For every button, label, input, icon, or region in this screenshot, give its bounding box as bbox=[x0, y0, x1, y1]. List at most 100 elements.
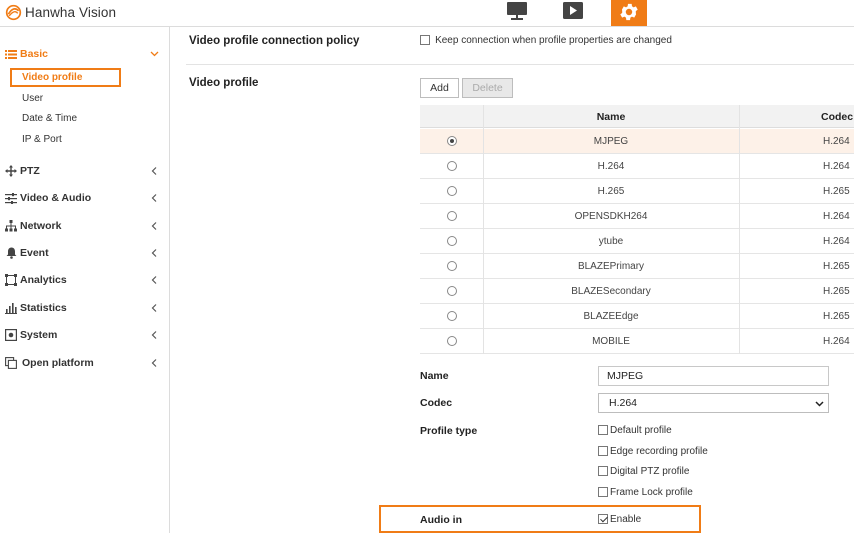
video-profile-title: Video profile bbox=[189, 77, 259, 89]
sidebar-section-network[interactable]: Network bbox=[0, 216, 170, 236]
sidebar-section-basic[interactable]: Basic bbox=[0, 44, 170, 64]
chevron-down-icon bbox=[815, 401, 824, 407]
sidebar-section-label: Network bbox=[20, 220, 62, 232]
row-name: MOBILE bbox=[592, 336, 630, 347]
keep-connection-checkbox[interactable] bbox=[420, 35, 430, 46]
sidebar-section-system[interactable]: System bbox=[0, 325, 170, 345]
audio-in-label: Audio in bbox=[420, 514, 462, 526]
settings-button[interactable] bbox=[611, 0, 647, 26]
audio-in-enable-label: Enable bbox=[610, 513, 642, 525]
sidebar-section-label: Statistics bbox=[20, 302, 67, 314]
delete-button[interactable]: Delete bbox=[462, 78, 513, 98]
column-header-name: Name bbox=[596, 111, 626, 123]
sidebar-item-video-profile[interactable]: Video profile bbox=[22, 72, 82, 83]
row-radio[interactable] bbox=[447, 311, 457, 321]
row-radio[interactable] bbox=[447, 286, 457, 296]
sidebar-section-open-platform[interactable]: Open platform bbox=[0, 353, 170, 373]
sidebar-item-date-time[interactable]: Date & Time bbox=[22, 113, 77, 124]
sidebar-section-statistics[interactable]: Statistics bbox=[0, 298, 170, 318]
bell-icon bbox=[5, 247, 17, 259]
name-label: Name bbox=[420, 370, 449, 382]
sidebar-section-label: Event bbox=[20, 247, 49, 259]
sidebar-section-label: Basic bbox=[20, 48, 49, 60]
row-radio[interactable] bbox=[447, 261, 457, 271]
row-radio[interactable] bbox=[447, 186, 457, 196]
audio-in-enable-checkbox[interactable] bbox=[598, 514, 608, 524]
table-row[interactable]: MOBILE H.264 bbox=[420, 329, 854, 354]
chevron-left-icon bbox=[151, 359, 157, 367]
row-codec: H.265 bbox=[823, 286, 850, 297]
row-codec: H.265 bbox=[823, 186, 850, 197]
monitor-button[interactable] bbox=[504, 0, 530, 22]
chevron-left-icon bbox=[151, 249, 157, 257]
monitor-icon bbox=[507, 2, 527, 20]
row-codec: H.264 bbox=[823, 161, 850, 172]
table-header: Name Codec bbox=[420, 105, 854, 128]
analytics-icon bbox=[5, 274, 17, 286]
table-row[interactable]: BLAZEPrimary H.265 bbox=[420, 254, 854, 279]
profile-table: Name Codec MJPEG H.264 H.264 H.264 H.265… bbox=[420, 105, 854, 359]
row-radio[interactable] bbox=[447, 136, 457, 146]
frame-lock-label: Frame Lock profile bbox=[610, 486, 693, 498]
list-icon bbox=[5, 48, 17, 60]
frame-lock-option[interactable]: Frame Lock profile bbox=[598, 485, 693, 499]
table-row[interactable]: H.265 H.265 bbox=[420, 179, 854, 204]
sidebar-item-user[interactable]: User bbox=[22, 93, 43, 104]
row-name: H.265 bbox=[597, 186, 625, 197]
edge-recording-checkbox[interactable] bbox=[598, 446, 608, 456]
add-button[interactable]: Add bbox=[420, 78, 459, 98]
digital-ptz-option[interactable]: Digital PTZ profile bbox=[598, 464, 689, 478]
brand-logo: Hanwha Vision bbox=[5, 3, 116, 21]
row-codec: H.265 bbox=[823, 261, 850, 272]
chevron-left-icon bbox=[151, 304, 157, 312]
sidebar-section-label: Video & Audio bbox=[20, 192, 92, 204]
sidebar-section-event[interactable]: Event bbox=[0, 243, 170, 263]
chevron-left-icon bbox=[151, 276, 157, 284]
frame-lock-checkbox[interactable] bbox=[598, 487, 608, 497]
column-divider bbox=[739, 105, 740, 354]
brand-name: Hanwha Vision bbox=[25, 4, 117, 20]
gear-icon bbox=[620, 3, 638, 21]
keep-connection-option[interactable]: Keep connection when profile properties … bbox=[420, 34, 672, 46]
row-name: OPENSDKH264 bbox=[574, 211, 648, 222]
table-row[interactable]: MJPEG H.264 bbox=[420, 129, 854, 154]
edge-recording-option[interactable]: Edge recording profile bbox=[598, 444, 708, 458]
sidebar-section-video-audio[interactable]: Video & Audio bbox=[0, 188, 170, 208]
profile-type-label: Profile type bbox=[420, 425, 478, 437]
row-name: BLAZESecondary bbox=[571, 286, 651, 297]
keep-connection-label: Keep connection when profile properties … bbox=[435, 34, 672, 46]
sidebar-section-label: Analytics bbox=[20, 274, 67, 286]
chevron-left-icon bbox=[151, 222, 157, 230]
table-row[interactable]: ytube H.264 bbox=[420, 229, 854, 254]
row-radio[interactable] bbox=[447, 336, 457, 346]
system-icon bbox=[5, 329, 17, 341]
playback-button[interactable] bbox=[560, 0, 586, 22]
digital-ptz-checkbox[interactable] bbox=[598, 466, 608, 476]
name-input[interactable]: MJPEG bbox=[598, 366, 829, 386]
column-header-codec: Codec bbox=[821, 111, 854, 123]
digital-ptz-label: Digital PTZ profile bbox=[610, 465, 690, 477]
row-codec: H.264 bbox=[823, 336, 850, 347]
audio-in-enable-option[interactable]: Enable bbox=[598, 512, 641, 526]
default-profile-checkbox[interactable] bbox=[598, 425, 608, 435]
table-row[interactable]: OPENSDKH264 H.264 bbox=[420, 204, 854, 229]
sidebar-section-analytics[interactable]: Analytics bbox=[0, 270, 170, 290]
row-codec: H.264 bbox=[823, 136, 850, 147]
sidebar-section-label: PTZ bbox=[20, 165, 40, 177]
table-row[interactable]: BLAZESecondary H.265 bbox=[420, 279, 854, 304]
sidebar-section-ptz[interactable]: PTZ bbox=[0, 161, 170, 181]
sidebar-item-ip-port[interactable]: IP & Port bbox=[22, 134, 62, 145]
row-radio[interactable] bbox=[447, 211, 457, 221]
move-icon bbox=[5, 165, 17, 177]
default-profile-option[interactable]: Default profile bbox=[598, 423, 672, 437]
chevron-down-icon bbox=[150, 51, 159, 57]
table-row[interactable]: H.264 H.264 bbox=[420, 154, 854, 179]
main-content: Video profile connection policy Keep con… bbox=[171, 27, 854, 533]
row-radio[interactable] bbox=[447, 236, 457, 246]
row-radio[interactable] bbox=[447, 161, 457, 171]
codec-label: Codec bbox=[420, 397, 453, 409]
edge-recording-label: Edge recording profile bbox=[610, 445, 708, 457]
platform-icon bbox=[5, 357, 17, 369]
codec-select[interactable]: H.264 bbox=[598, 393, 829, 413]
table-row[interactable]: BLAZEEdge H.265 bbox=[420, 304, 854, 329]
